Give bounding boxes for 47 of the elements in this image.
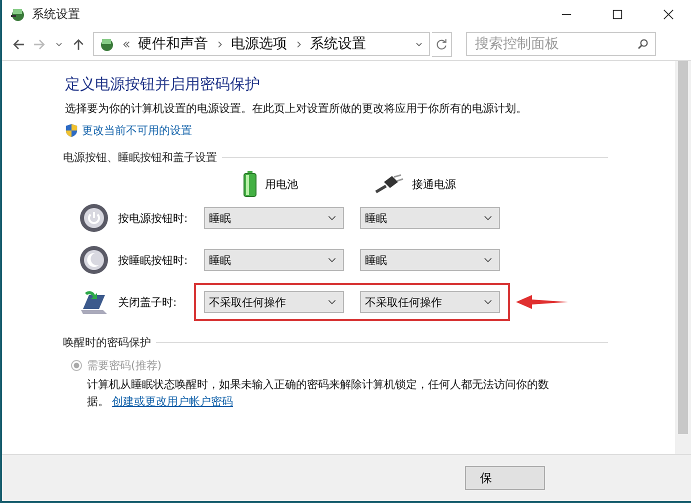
page-heading: 定义电源按钮并启用密码保护 xyxy=(65,75,261,94)
scrollbar[interactable] xyxy=(675,61,691,454)
address-bar[interactable]: 硬件和声音 电源选项 系统设置 xyxy=(93,32,430,56)
section-title: 唤醒时的密码保护 xyxy=(63,335,151,350)
chevron-down-icon xyxy=(327,297,337,307)
breadcrumb-item[interactable]: 电源选项 xyxy=(231,35,287,53)
setting-label: 按电源按钮时: xyxy=(118,210,189,226)
radio-label: 需要密码(推荐) xyxy=(87,358,162,373)
chevron-down-icon xyxy=(327,255,337,265)
shield-icon xyxy=(65,123,78,138)
power-button-icon xyxy=(79,203,109,233)
double-chevron-icon xyxy=(122,40,131,48)
back-icon[interactable] xyxy=(12,38,25,50)
dropdown[interactable]: 睡眠 xyxy=(204,249,344,271)
battery-icon xyxy=(243,171,257,197)
app-icon xyxy=(99,36,115,52)
breadcrumb-item[interactable]: 硬件和声音 xyxy=(138,35,208,53)
settings-link[interactable]: 更改当前不可用的设置 xyxy=(82,123,192,138)
setting-label: 关闭盖子时: xyxy=(118,294,178,310)
setting-label: 按睡眠按钮时: xyxy=(118,252,189,268)
search-field[interactable]: 搜索控制面板 xyxy=(466,32,656,56)
option-description: 计算机从睡眠状态唤醒时，如果未输入正确的密码来解除计算机锁定，任何人都无法访问你的数据。 创建或更改用户帐户密码 xyxy=(87,377,550,410)
column-label: 用电池 xyxy=(265,176,298,192)
dropdown[interactable]: 睡眠 xyxy=(360,249,500,271)
dropdown[interactable]: 睡眠 xyxy=(360,207,500,229)
dropdown[interactable]: 不采取任何操作 xyxy=(360,291,500,313)
plug-icon xyxy=(374,174,404,194)
refresh-icon[interactable] xyxy=(432,32,452,56)
chevron-down-icon xyxy=(483,255,493,265)
up-icon[interactable] xyxy=(72,38,85,50)
save-button[interactable]: 保 xyxy=(465,466,545,490)
chevron-down-icon xyxy=(327,213,337,223)
maximize-icon[interactable] xyxy=(612,8,623,20)
scrollbar-thumb[interactable] xyxy=(678,61,688,434)
sleep-button-icon xyxy=(79,245,109,275)
breadcrumb-item[interactable]: 系统设置 xyxy=(310,35,366,53)
column-label: 接通电源 xyxy=(412,176,456,192)
app-icon xyxy=(10,6,26,22)
dropdown[interactable]: 不采取任何操作 xyxy=(204,291,344,313)
search-icon xyxy=(637,38,649,50)
chevron-down-icon xyxy=(483,297,493,307)
dropdown[interactable]: 睡眠 xyxy=(204,207,344,229)
page-description: 选择要为你的计算机设置的电源设置。在此页上对设置所做的更改将应用于你所有的电源计划。 xyxy=(65,101,528,116)
close-icon[interactable] xyxy=(663,8,674,20)
section-title: 电源按钮、睡眠按钮和盖子设置 xyxy=(63,150,217,165)
window-title: 系统设置 xyxy=(32,6,80,22)
chevron-down-icon xyxy=(483,213,493,223)
